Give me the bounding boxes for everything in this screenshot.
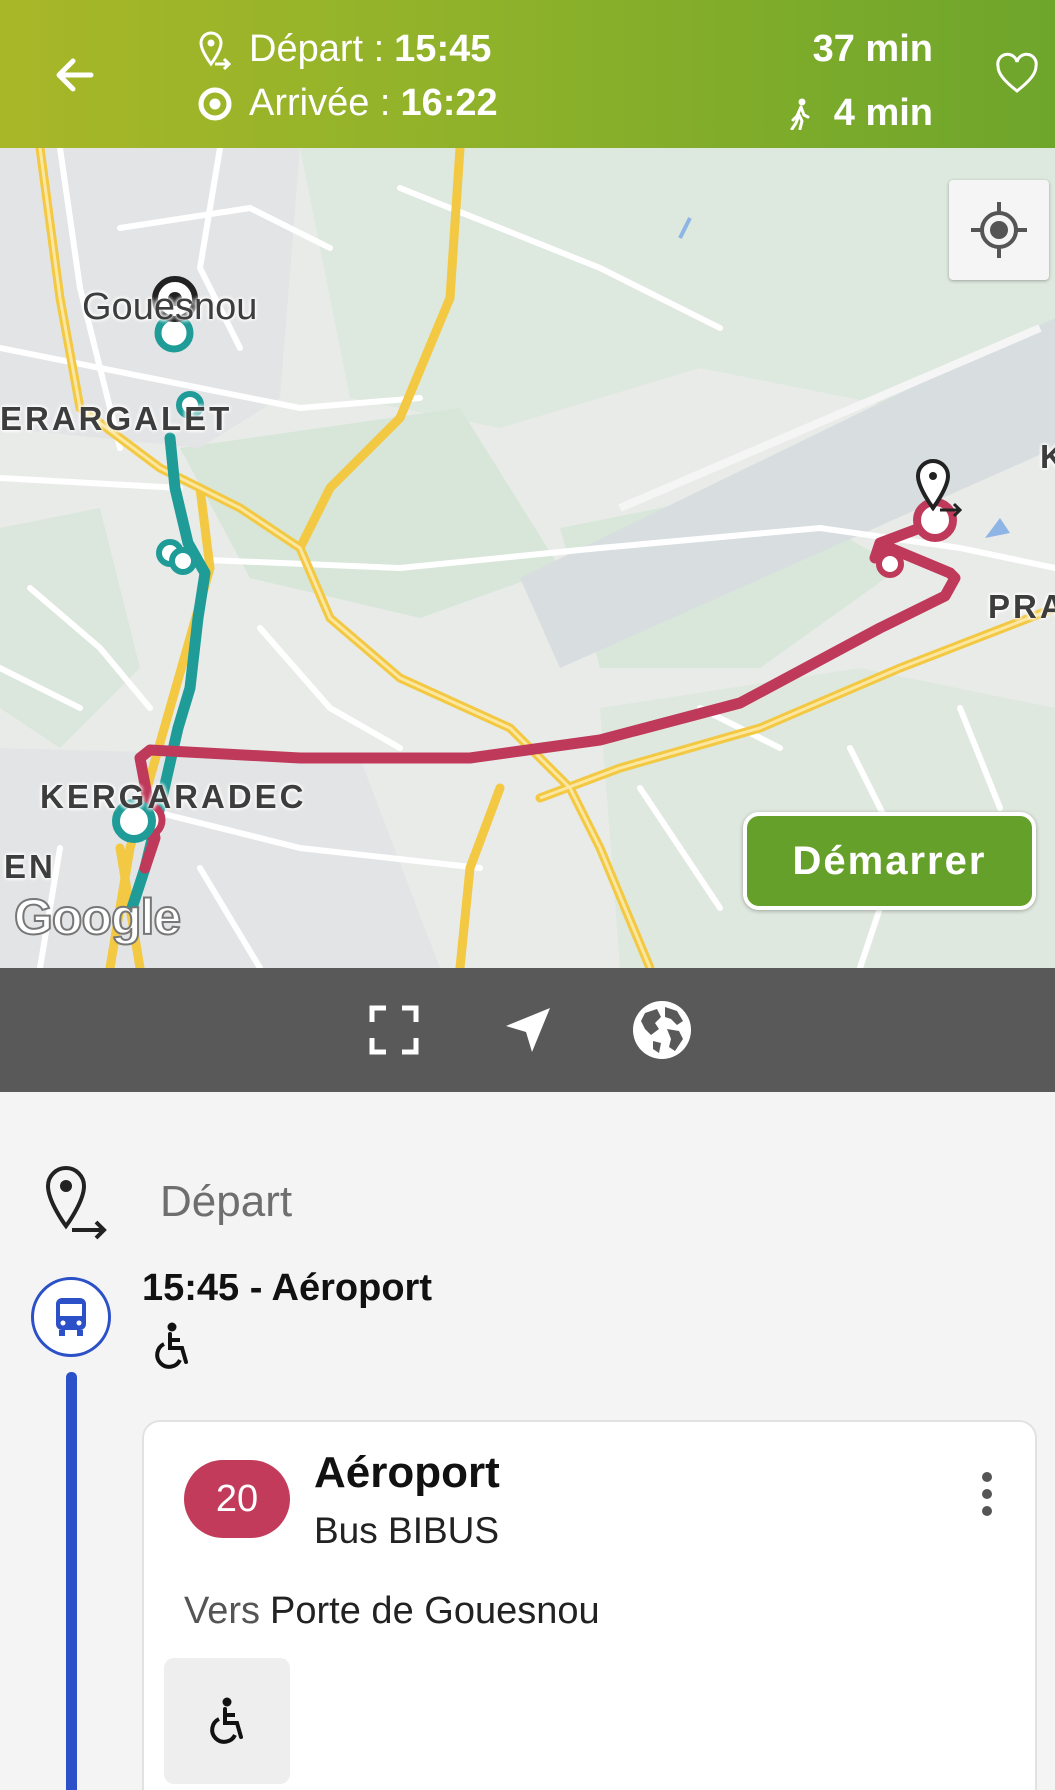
trip-duration: 37 min bbox=[812, 28, 933, 70]
globe-button[interactable] bbox=[630, 998, 694, 1062]
navigate-button[interactable] bbox=[496, 998, 560, 1062]
more-options-button[interactable] bbox=[979, 1472, 995, 1516]
departure-row: Départ : 15:45 bbox=[195, 28, 491, 71]
heart-icon bbox=[996, 52, 1038, 93]
stop-title: 15:45 - Aéroport bbox=[142, 1267, 432, 1309]
back-button[interactable] bbox=[40, 40, 110, 110]
kebab-dot bbox=[982, 1489, 992, 1499]
trip-header: Départ : 15:45 Arrivée : 16:22 37 min 4 … bbox=[0, 0, 1055, 148]
bus-line-card[interactable]: 20 Aéroport Bus BIBUS Vers Porte de Goues… bbox=[142, 1420, 1037, 1790]
map-label-pra: PRA bbox=[988, 588, 1055, 625]
map-label-kerargalet: ERARGALET bbox=[0, 400, 233, 437]
arrow-left-icon bbox=[56, 58, 94, 92]
arrival-time: 16:22 bbox=[400, 82, 498, 124]
favorite-button[interactable] bbox=[993, 50, 1041, 98]
wheelchair-icon bbox=[210, 1697, 243, 1744]
arrival-target-icon bbox=[195, 84, 235, 124]
departure-pin-icon bbox=[45, 1166, 107, 1240]
fullscreen-icon bbox=[369, 1005, 418, 1055]
route-map[interactable]: Gouesnou ERARGALET KERGARADEC EN PRA K D… bbox=[0, 148, 1055, 968]
departure-pin-icon bbox=[195, 30, 235, 70]
itinerary-line bbox=[66, 1372, 77, 1790]
walking-icon bbox=[790, 98, 812, 130]
bus-step-marker bbox=[31, 1277, 111, 1357]
map-toolbar bbox=[0, 968, 1055, 1092]
map-label-kergaradec: KERGARADEC bbox=[40, 778, 307, 815]
walk-duration: 4 min bbox=[833, 92, 933, 134]
line-number-badge: 20 bbox=[184, 1460, 290, 1538]
wheelchair-icon bbox=[150, 1322, 194, 1375]
departure-step-label: Départ bbox=[160, 1177, 293, 1226]
direction-destination: Porte de Gouesnou bbox=[270, 1590, 600, 1632]
kebab-dot bbox=[982, 1472, 992, 1482]
map-label-en: EN bbox=[4, 848, 56, 885]
start-navigation-button[interactable]: Démarrer bbox=[743, 812, 1036, 910]
accessibility-badge bbox=[164, 1658, 290, 1784]
itinerary-details: Départ 15:45 - Aéroport 20 Aéroport Bus … bbox=[0, 1092, 1055, 1790]
google-logo: Google bbox=[13, 888, 182, 946]
arrival-label: Arrivée : bbox=[249, 82, 391, 124]
kebab-dot bbox=[982, 1506, 992, 1516]
map-label-town: Gouesnou bbox=[82, 286, 258, 328]
my-location-button[interactable] bbox=[949, 180, 1049, 280]
map-label-k: K bbox=[1040, 438, 1055, 475]
direction-prefix: Vers bbox=[184, 1590, 261, 1632]
line-network: Bus BIBUS bbox=[314, 1510, 500, 1551]
app-root: Départ : 15:45 Arrivée : 16:22 37 min 4 … bbox=[0, 0, 1055, 1790]
departure-step: Départ bbox=[42, 1162, 292, 1242]
departure-time: 15:45 bbox=[394, 28, 492, 70]
departure-label: Départ : bbox=[249, 28, 385, 70]
globe-icon bbox=[632, 1001, 691, 1059]
navigation-arrow-icon bbox=[505, 1008, 550, 1052]
line-title: Aéroport bbox=[314, 1448, 500, 1497]
walk-duration-row: 4 min bbox=[790, 92, 933, 135]
fullscreen-button[interactable] bbox=[362, 998, 426, 1062]
arrival-row: Arrivée : 16:22 bbox=[195, 82, 498, 125]
crosshair-icon bbox=[971, 202, 1027, 258]
line-direction: Vers Porte de Gouesnou bbox=[184, 1590, 600, 1633]
bus-icon bbox=[56, 1298, 86, 1336]
